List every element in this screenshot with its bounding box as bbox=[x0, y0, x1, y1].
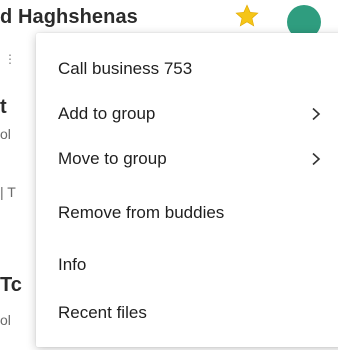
background-text-fragment: ⋮ bbox=[4, 52, 16, 66]
background-text-fragment: t bbox=[0, 96, 7, 118]
menu-item-label: Recent files bbox=[58, 303, 147, 322]
background-text-fragment: Tc bbox=[0, 274, 22, 296]
menu-item-call-business[interactable]: Call business 753 bbox=[36, 47, 338, 91]
menu-item-add-to-group[interactable]: Add to group bbox=[36, 92, 338, 136]
menu-item-label: Move to group bbox=[58, 149, 167, 168]
menu-item-move-to-group[interactable]: Move to group bbox=[36, 137, 338, 181]
menu-item-label: Info bbox=[58, 255, 87, 274]
star-icon[interactable] bbox=[234, 3, 260, 29]
menu-item-recent-files[interactable]: Recent files bbox=[36, 291, 338, 335]
menu-item-info[interactable]: Info bbox=[36, 243, 338, 287]
background-text-fragment: ol bbox=[0, 126, 11, 142]
background-text-fragment: | T bbox=[0, 184, 16, 200]
chevron-right-icon bbox=[312, 107, 321, 121]
background-text-fragment: ol bbox=[0, 312, 11, 328]
menu-item-remove-from-buddies[interactable]: Remove from buddies bbox=[36, 191, 338, 235]
context-menu: Call business 753 Add to group Move to g… bbox=[36, 33, 338, 347]
chevron-right-icon bbox=[312, 152, 321, 166]
menu-item-label: Remove from buddies bbox=[58, 203, 225, 222]
menu-item-label: Call business 753 bbox=[58, 59, 193, 78]
menu-item-label: Add to group bbox=[58, 104, 156, 123]
contact-name: d Haghshenas bbox=[0, 6, 138, 28]
